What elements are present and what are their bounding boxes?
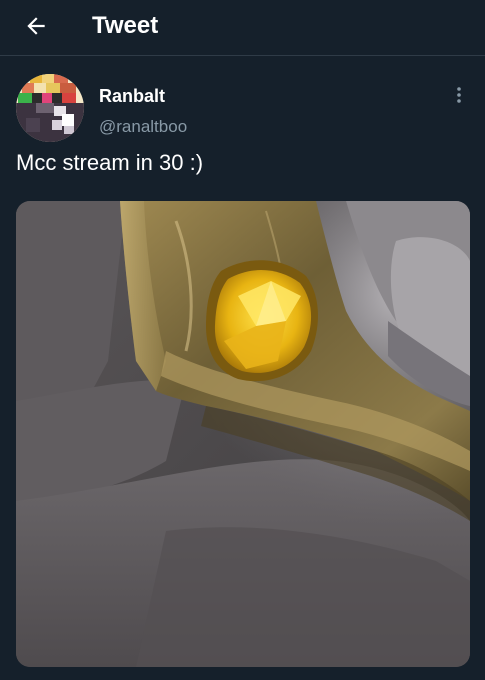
photo-image [16,201,470,667]
arrow-left-icon [27,17,45,35]
more-options-button[interactable] [444,80,474,110]
top-bar: Tweet [0,0,485,56]
back-button[interactable] [16,8,56,44]
tweet-media-photo[interactable] [16,201,470,667]
more-vertical-icon [457,87,461,103]
page-title: Tweet [92,12,159,39]
avatar[interactable] [16,74,84,142]
pixel-avatar-icon [16,74,84,142]
author-display-name[interactable]: Ranbalt [99,85,165,107]
tweet-text: Mcc stream in 30 :) [16,150,204,175]
author-handle[interactable]: @ranaltboo [99,116,187,138]
